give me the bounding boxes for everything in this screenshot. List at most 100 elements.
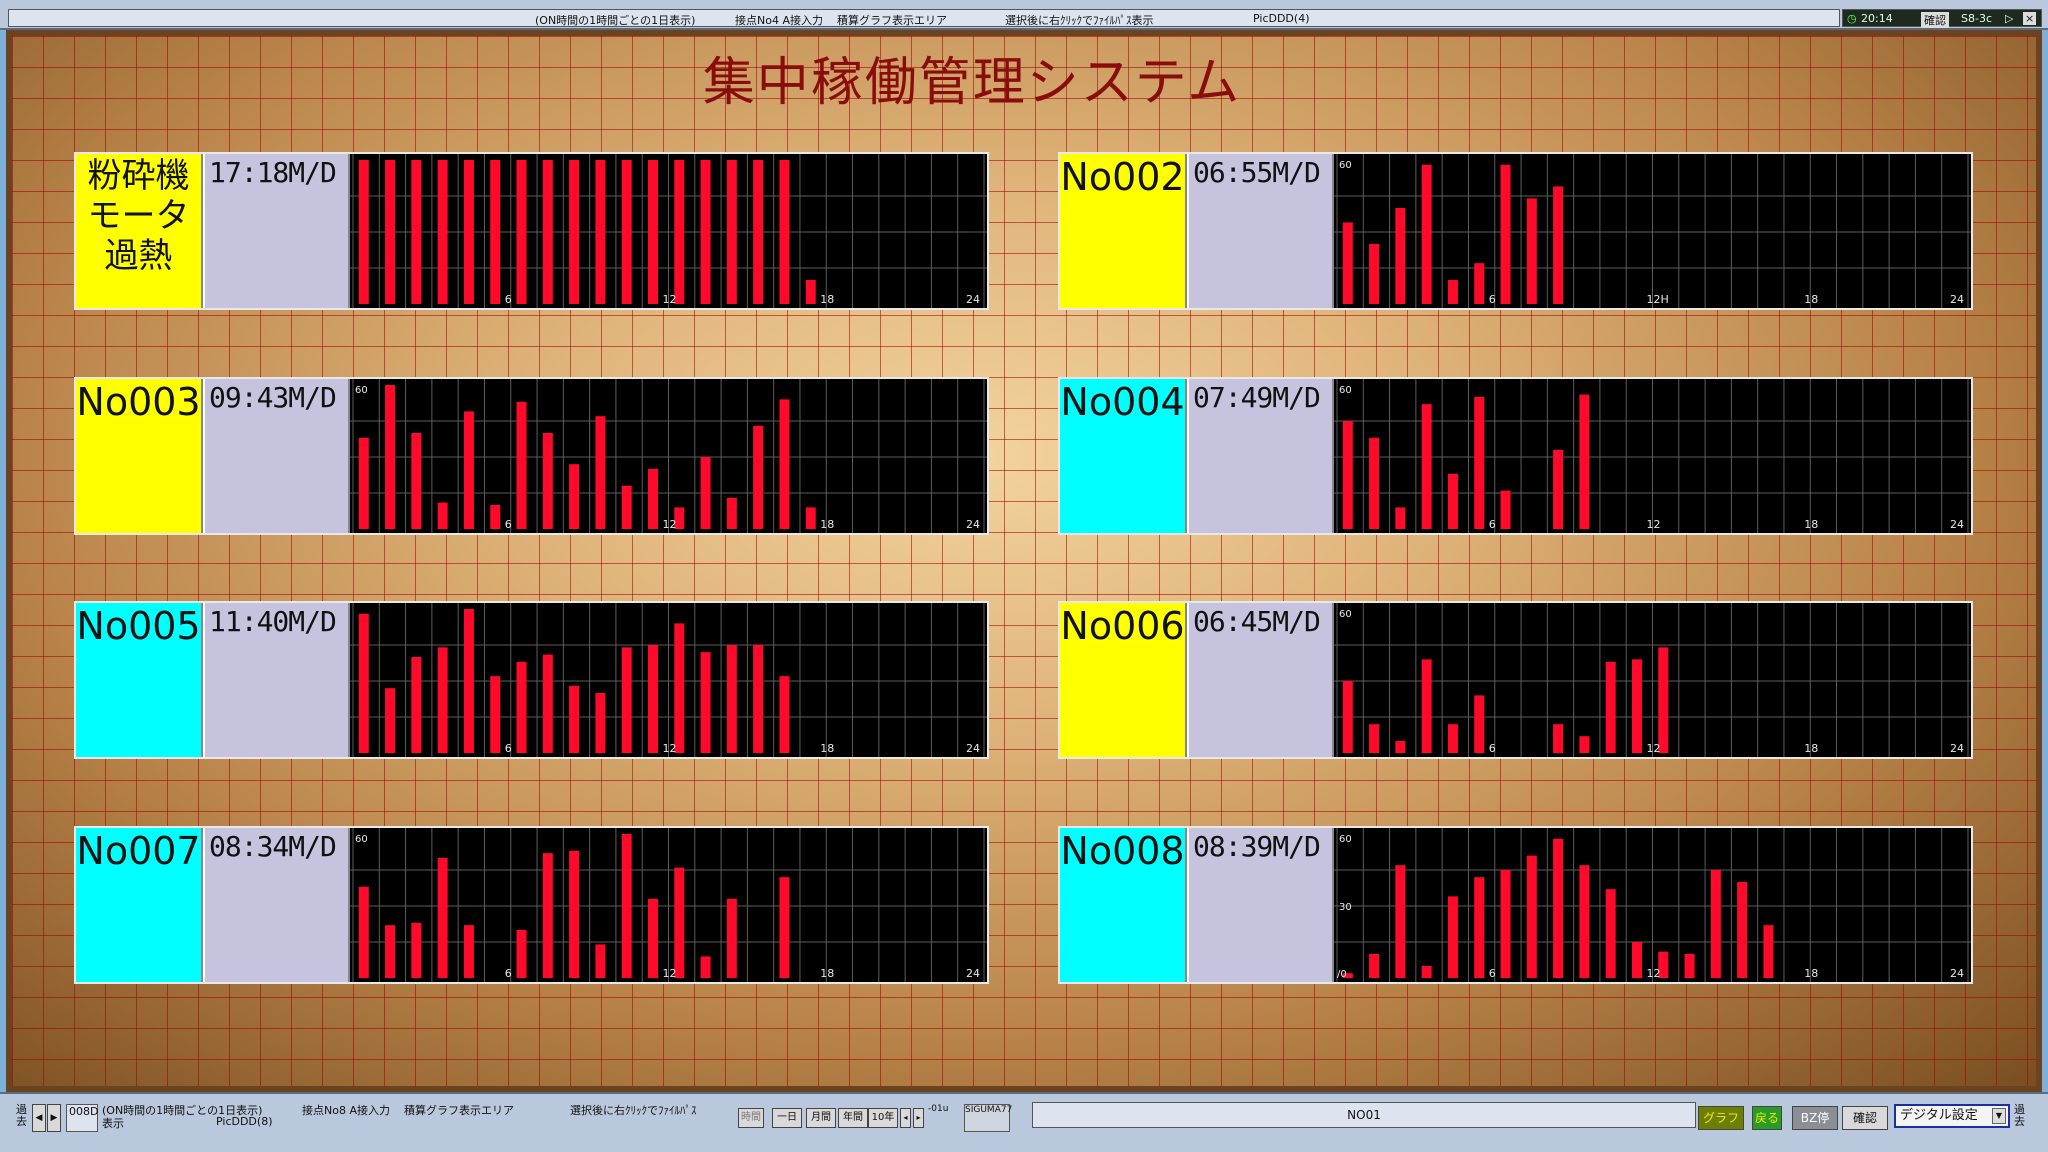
machine-name: No002: [1060, 154, 1187, 308]
top-next-icon[interactable]: ▷: [2005, 12, 2013, 25]
machine-name-line: No003: [76, 380, 201, 424]
decade-button[interactable]: 10年: [868, 1108, 898, 1128]
hourly-button[interactable]: 時間: [738, 1108, 764, 1128]
hourly-bar-chart[interactable]: 6 12 18 24 60 30/0: [1334, 828, 1971, 982]
top-clock: 20:14: [1861, 12, 1893, 25]
graph-button[interactable]: グラフ: [1698, 1106, 1744, 1130]
chart-bar: [1421, 966, 1432, 978]
chart-bar: [542, 654, 553, 753]
year-button[interactable]: 年間: [838, 1108, 868, 1128]
bottom-input-text: 接点No8 A接入力: [302, 1104, 390, 1117]
digital-settings-select[interactable]: デジタル設定 ▼: [1894, 1104, 2010, 1128]
chart-bar: [463, 609, 474, 753]
chart-bar: [779, 877, 790, 978]
machine-panel[interactable]: No004 07:49M/D 6 12 18 24 60: [1058, 377, 1973, 535]
day-button[interactable]: 一日: [772, 1108, 802, 1128]
chart-bar: [1553, 724, 1564, 753]
chart-bar: [1684, 954, 1695, 978]
chart-bar: [621, 485, 632, 529]
next-arrow-icon[interactable]: ▶: [47, 1104, 61, 1132]
step-down-icon[interactable]: ◂: [900, 1108, 911, 1128]
dropdown-arrow-icon[interactable]: ▼: [1992, 1108, 2006, 1124]
machine-panel[interactable]: No003 09:43M/D 6 12 18 24 60: [74, 377, 989, 535]
x-tick-label: 18: [1804, 967, 1818, 980]
x-tick-label: 18: [820, 742, 834, 755]
machine-panel[interactable]: 粉砕機 モータ 過熱 17:18M/D 6 12 18 24: [74, 152, 989, 310]
chart-bar: [1500, 490, 1511, 529]
operating-time: 11:40M/D: [205, 603, 350, 757]
y-max-label: 60: [1339, 834, 1352, 845]
confirm-button[interactable]: 確認: [1842, 1106, 1888, 1130]
step-up-icon[interactable]: ▸: [913, 1108, 924, 1128]
chart-bar: [726, 497, 737, 529]
chart-bar: [463, 160, 474, 304]
machine-panel[interactable]: No008 08:39M/D 6 12 18 24 60 30/0: [1058, 826, 1973, 984]
chart-bar: [1395, 865, 1406, 978]
chart-bar: [385, 160, 396, 304]
chart-bar: [1526, 198, 1537, 304]
x-tick-label: 24: [966, 967, 980, 980]
machine-name: No007: [76, 828, 203, 982]
chart-bar: [1369, 954, 1380, 978]
chart-bar: [1579, 736, 1590, 753]
chart-bar: [1447, 724, 1458, 753]
chart-bar: [726, 160, 737, 304]
x-tick-label: 12: [663, 742, 677, 755]
chart-bar: [437, 858, 448, 978]
top-confirm-button[interactable]: 確認: [1921, 12, 1949, 28]
x-tick-label: 12: [1647, 742, 1661, 755]
chart-bar: [569, 160, 580, 304]
operating-time: 07:49M/D: [1189, 379, 1334, 533]
machine-panel[interactable]: No005 11:40M/D 6 12 18 24: [74, 601, 989, 759]
machine-panel[interactable]: No007 08:34M/D 6 12 18 24 60: [74, 826, 989, 984]
x-tick-label: 6: [505, 293, 512, 306]
x-tick-label: 18: [820, 967, 834, 980]
chart-bar: [569, 464, 580, 529]
back-button[interactable]: 戻る: [1752, 1106, 1782, 1130]
hourly-bar-chart[interactable]: 6 12 18 24 60: [1334, 379, 1971, 533]
chart-bar: [542, 853, 553, 978]
hourly-bar-chart[interactable]: 6 12 18 24 60: [350, 379, 987, 533]
machine-name-line: 過熱: [104, 236, 173, 276]
chart-bar: [569, 685, 580, 753]
top-title-strip: (ON時間の1時間ごとの1日表示) 接点No4 A接入力 積算グラフ表示エリア …: [0, 0, 2048, 30]
machine-panel[interactable]: No002 06:55M/D 6 12H 18 24 60: [1058, 152, 1973, 310]
hourly-bar-chart[interactable]: 6 12H 18 24 60: [1334, 154, 1971, 308]
sigma-label: SIGUMA77: [964, 1104, 1012, 1132]
top-mode-text: (ON時間の1時間ごとの1日表示): [535, 14, 696, 27]
top-input-text: 接点No4 A接入力: [735, 14, 823, 27]
y-max-label: 60: [355, 385, 368, 396]
chart-bar: [516, 661, 527, 753]
chart-bar: [674, 160, 685, 304]
top-close-icon[interactable]: ×: [2023, 12, 2037, 25]
device-name-field[interactable]: NO01: [1032, 1102, 1696, 1128]
y-max-label: 60: [355, 834, 368, 845]
hourly-bar-chart[interactable]: 6 12 18 24: [350, 603, 987, 757]
chart-bar: [1474, 877, 1485, 978]
chart-bar: [1526, 855, 1537, 978]
chart-bar: [463, 411, 474, 529]
machine-name: No005: [76, 603, 203, 757]
bottom-display-label: 表示: [102, 1117, 124, 1130]
x-tick-label: 18: [1804, 518, 1818, 531]
y-min-label: /0: [1337, 969, 1347, 980]
chart-bar: [1605, 661, 1616, 753]
hourly-bar-chart[interactable]: 6 12 18 24 60: [350, 828, 987, 982]
buzzer-stop-button[interactable]: BZ停: [1792, 1106, 1838, 1130]
chart-bar: [1447, 896, 1458, 978]
x-tick-label: 18: [820, 293, 834, 306]
prev-arrow-icon[interactable]: ◀: [32, 1104, 46, 1132]
app-title: 集中稼働管理システム: [702, 53, 1242, 113]
chart-bar: [516, 930, 527, 978]
machine-name-line: No008: [1060, 829, 1185, 873]
chart-bar: [595, 693, 606, 753]
chart-bar: [1395, 208, 1406, 304]
month-button[interactable]: 月間: [806, 1108, 836, 1128]
machine-name-line: No006: [1060, 604, 1185, 648]
digital-settings-value: デジタル設定: [1900, 1108, 1978, 1123]
operating-time: 09:43M/D: [205, 379, 350, 533]
machine-panel[interactable]: No006 06:45M/D 6 12 18 24 60: [1058, 601, 1973, 759]
hourly-bar-chart[interactable]: 6 12 18 24 60: [1334, 603, 1971, 757]
hourly-bar-chart[interactable]: 6 12 18 24: [350, 154, 987, 308]
bottom-pic-text: PicDDD(8): [216, 1115, 273, 1128]
